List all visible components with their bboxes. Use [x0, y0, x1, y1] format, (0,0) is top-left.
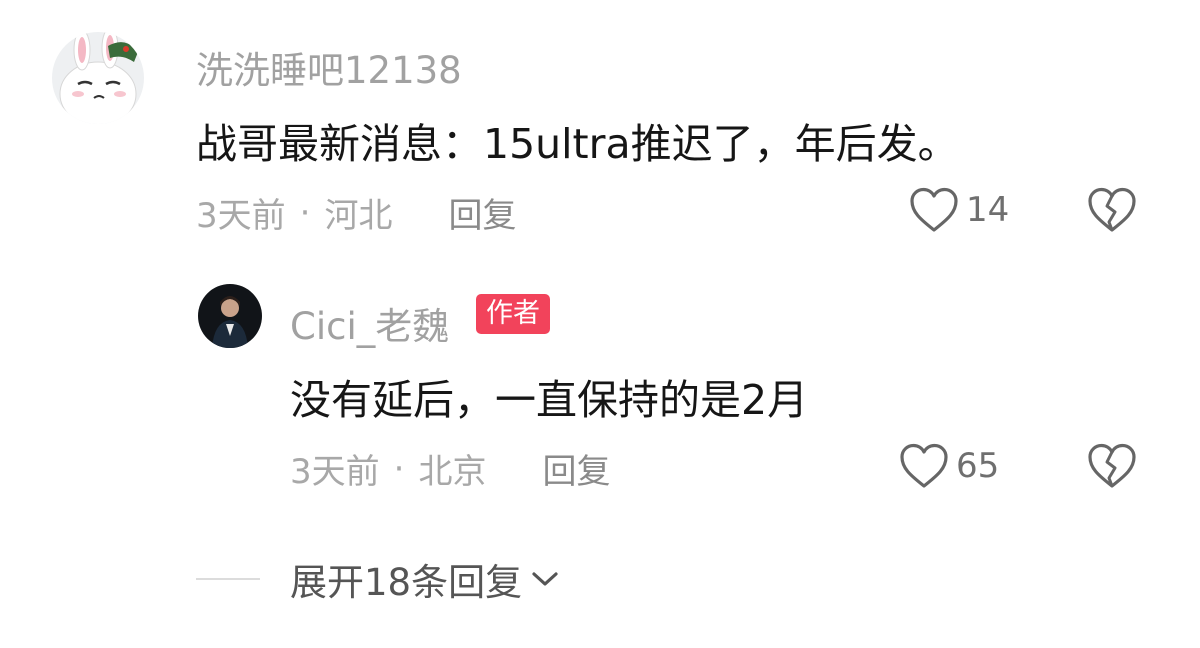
location: 北京	[418, 452, 487, 492]
username[interactable]: Cici_老魏	[290, 296, 449, 350]
dislike-button[interactable]	[1086, 442, 1138, 490]
username[interactable]: 洗洗睡吧12138	[196, 40, 462, 94]
heart-outline-icon	[910, 187, 958, 232]
meta-separator: ·	[393, 448, 405, 489]
like-button[interactable]: 65	[898, 442, 999, 490]
heart-outline-icon	[900, 443, 948, 488]
dislike-button[interactable]	[1086, 186, 1138, 234]
reply-button[interactable]: 回复	[542, 444, 610, 493]
person-avatar-icon	[198, 284, 262, 348]
like-count: 65	[956, 446, 1000, 486]
meta-separator: ·	[299, 192, 311, 233]
like-button[interactable]: 14	[908, 186, 1009, 234]
timestamp: 3天前	[196, 196, 286, 236]
like-count: 14	[966, 190, 1010, 230]
user-avatar-1[interactable]	[52, 32, 144, 124]
comment-text: 战哥最新消息：15ultra推迟了，年后发。	[196, 120, 959, 168]
timestamp: 3天前	[290, 452, 380, 492]
broken-heart-icon	[1088, 443, 1136, 488]
user-avatar-2[interactable]	[198, 284, 262, 348]
broken-heart-icon	[1088, 187, 1136, 232]
expand-replies-button[interactable]: 展开18条回复	[196, 552, 560, 606]
comment-meta: 3天前 · 北京 回复	[290, 444, 610, 493]
rabbit-avatar-icon	[52, 32, 144, 124]
comment-text: 没有延后，一直保持的是2月	[290, 376, 809, 424]
comment-meta: 3天前 · 河北 回复	[196, 188, 516, 237]
chevron-down-icon	[532, 572, 558, 586]
divider-line	[196, 578, 260, 580]
expand-replies-label: 展开18条回复	[290, 561, 523, 604]
reply-button[interactable]: 回复	[448, 188, 516, 237]
author-badge: 作者	[476, 294, 550, 334]
location: 河北	[324, 196, 393, 236]
